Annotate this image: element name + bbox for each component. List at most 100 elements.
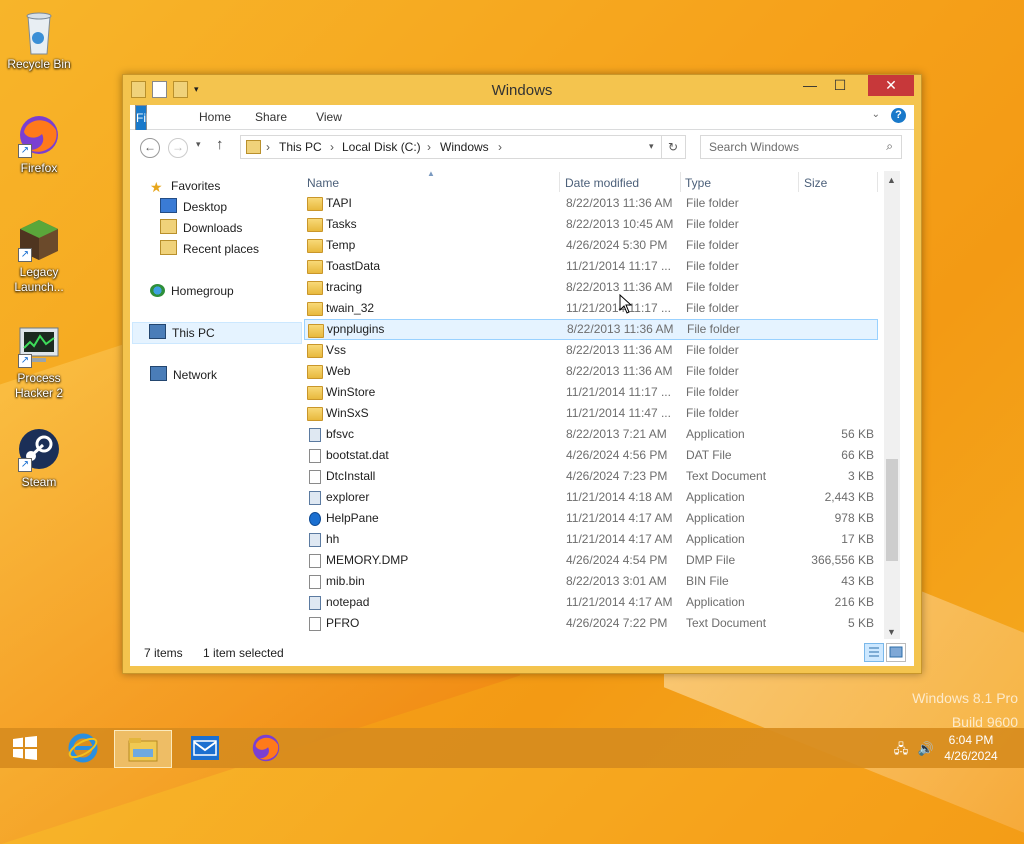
close-button[interactable]: ✕	[868, 75, 914, 96]
breadcrumb-separator-icon[interactable]: ›	[330, 140, 334, 154]
mouse-cursor-icon	[619, 294, 633, 314]
desktop-icon-label: Recycle Bin	[7, 57, 71, 71]
folder-icon	[307, 239, 323, 253]
table-row[interactable]: notepad 11/21/2014 4:17 AM Application 216 …	[304, 592, 876, 613]
column-header-name[interactable]: Name	[302, 170, 562, 194]
scroll-down-icon[interactable]: ▼	[887, 627, 896, 637]
table-row[interactable]: hh 11/21/2014 4:17 AM Application 17 KB	[304, 529, 876, 550]
nav-downloads[interactable]: Downloads	[160, 218, 242, 238]
table-row[interactable]: Vss 8/22/2013 11:36 AM File folder	[304, 340, 876, 361]
column-header-type[interactable]: Type	[680, 170, 795, 194]
table-row[interactable]: bootstat.dat 4/26/2024 4:56 PM DAT File 66 …	[304, 445, 876, 466]
taskbar-file-explorer[interactable]	[114, 730, 172, 768]
file-date-modified: 4/26/2024 4:56 PM	[566, 448, 668, 462]
table-row[interactable]: twain_32 11/21/2014 11:17 ... File folder	[304, 298, 876, 319]
nav-recent-places[interactable]: Recent places	[160, 239, 259, 259]
table-row[interactable]: PFRO 4/26/2024 7:22 PM Text Document 5 KB	[304, 613, 876, 634]
volume-icon[interactable]: 🔊	[918, 741, 934, 756]
breadcrumb-separator-icon[interactable]: ›	[498, 140, 502, 154]
breadcrumb-separator-icon[interactable]: ›	[266, 140, 270, 154]
windows-logo-icon	[13, 736, 37, 760]
network-tray-icon[interactable]: 🖧	[894, 741, 909, 756]
search-icon: ⌕	[886, 139, 893, 153]
large-icons-view-button[interactable]	[886, 643, 906, 662]
recent-locations-icon[interactable]: ▾	[196, 139, 201, 150]
taskbar-internet-explorer[interactable]	[55, 730, 111, 766]
scrollbar-thumb[interactable]	[886, 459, 898, 561]
desktop-icon-steam[interactable]: ↗ Steam	[6, 426, 72, 490]
address-dropdown-icon[interactable]: ▾	[649, 141, 654, 152]
details-view-button[interactable]	[864, 643, 884, 662]
details-view-icon	[869, 647, 879, 657]
vertical-scrollbar[interactable]: ▲ ▼	[884, 171, 900, 639]
taskbar-mail[interactable]	[177, 730, 233, 766]
taskbar: 🖧 🔊 6:04 PM 4/26/2024	[0, 728, 1024, 768]
column-header-size[interactable]: Size	[799, 170, 879, 194]
minimize-button[interactable]: —	[795, 75, 825, 96]
breadcrumb-windows[interactable]: Windows	[440, 140, 489, 154]
table-row[interactable]: mib.bin 8/22/2013 3:01 AM BIN File 43 KB	[304, 571, 876, 592]
tab-view[interactable]: View	[306, 105, 352, 129]
ribbon-expand-icon[interactable]: ⌄	[872, 109, 880, 120]
table-row[interactable]: Temp 4/26/2024 5:30 PM File folder	[304, 235, 876, 256]
nav-this-pc[interactable]: This PC	[132, 322, 302, 344]
firefox-icon	[252, 734, 280, 762]
table-row[interactable]: WinSxS 11/21/2014 11:47 ... File folder	[304, 403, 876, 424]
desktop-icon-legacy-launcher[interactable]: ↗ Legacy Launch...	[6, 216, 72, 295]
nav-homegroup[interactable]: Homegroup	[150, 281, 234, 301]
taskbar-clock[interactable]: 6:04 PM 4/26/2024	[934, 732, 1008, 764]
nav-favorites[interactable]: ★ Favorites	[150, 176, 220, 196]
table-row[interactable]: Tasks 8/22/2013 10:45 AM File folder	[304, 214, 876, 235]
up-button[interactable]: ↑	[216, 136, 224, 153]
status-item-count: 7 items	[144, 646, 183, 660]
desktop-icon-firefox[interactable]: ↗ Firefox	[6, 112, 72, 176]
nav-desktop[interactable]: Desktop	[160, 197, 227, 217]
taskbar-firefox[interactable]	[238, 730, 294, 766]
title-bar[interactable]: ▾ Windows — ☐ ✕	[123, 75, 921, 105]
refresh-button[interactable]: ↻	[661, 135, 686, 159]
file-name: bfsvc	[326, 427, 355, 441]
file-size: 978 KB	[834, 511, 874, 525]
table-row[interactable]: bfsvc 8/22/2013 7:21 AM Application 56 KB	[304, 424, 876, 445]
table-row[interactable]: MEMORY.DMP 4/26/2024 4:54 PM DMP File 366,5…	[304, 550, 876, 571]
system-tray: 🖧 🔊	[894, 740, 934, 762]
table-row[interactable]: WinStore 11/21/2014 11:17 ... File folder	[304, 382, 876, 403]
help-icon[interactable]: ?	[891, 108, 906, 123]
column-header-date[interactable]: Date modified	[560, 170, 680, 194]
file-type: File folder	[686, 301, 739, 315]
table-row[interactable]: DtcInstall 4/26/2024 7:23 PM Text Document…	[304, 466, 876, 487]
nav-label: This PC	[172, 326, 215, 340]
table-row[interactable]: ToastData 11/21/2014 11:17 ... File folder	[304, 256, 876, 277]
breadcrumb-local-disk[interactable]: Local Disk (C:)	[342, 140, 421, 154]
back-button[interactable]: ←	[140, 138, 160, 158]
forward-button[interactable]: →	[168, 138, 188, 158]
desktop-icon-process-hacker[interactable]: ↗ Process Hacker 2	[6, 322, 72, 401]
breadcrumb-this-pc[interactable]: This PC	[279, 140, 322, 154]
scroll-up-icon[interactable]: ▲	[887, 175, 896, 185]
desktop-icon	[160, 198, 177, 213]
table-row[interactable]: Web 8/22/2013 11:36 AM File folder	[304, 361, 876, 382]
column-divider[interactable]	[877, 172, 878, 192]
folder-icon	[307, 407, 323, 421]
window-content: File Home Share View ⌄ ? ← → ▾ ↑ › This …	[130, 105, 914, 666]
table-row-selected[interactable]: vpnplugins 8/22/2013 11:36 AM File folder	[304, 319, 878, 340]
start-button[interactable]	[0, 730, 50, 766]
maximize-button[interactable]: ☐	[825, 75, 855, 96]
table-row[interactable]: explorer 11/21/2014 4:18 AM Application 2,4…	[304, 487, 876, 508]
desktop-icon-label: Process Hacker 2	[14, 371, 64, 400]
tab-file[interactable]: File	[135, 105, 155, 131]
breadcrumb-separator-icon[interactable]: ›	[427, 140, 431, 154]
folder-icon	[307, 281, 323, 295]
search-input[interactable]: Search Windows ⌕	[700, 135, 902, 159]
file-list: ▲ Name Date modified Type Size SysWOW64 1…	[302, 170, 900, 639]
file-date-modified: 11/21/2014 4:18 AM	[566, 490, 673, 504]
table-row[interactable]: TAPI 8/22/2013 11:36 AM File folder	[304, 193, 876, 214]
tab-share[interactable]: Share	[248, 105, 294, 129]
nav-network[interactable]: Network	[150, 365, 217, 385]
homegroup-icon	[150, 284, 165, 297]
table-row[interactable]: tracing 8/22/2013 11:36 AM File folder	[304, 277, 876, 298]
desktop-icon-recycle-bin[interactable]: Recycle Bin	[6, 8, 72, 72]
table-row[interactable]: HelpPane 11/21/2014 4:17 AM Application 978…	[304, 508, 876, 529]
tab-home[interactable]: Home	[192, 105, 238, 129]
address-bar[interactable]: › This PC › Local Disk (C:) › Windows › …	[240, 135, 662, 159]
